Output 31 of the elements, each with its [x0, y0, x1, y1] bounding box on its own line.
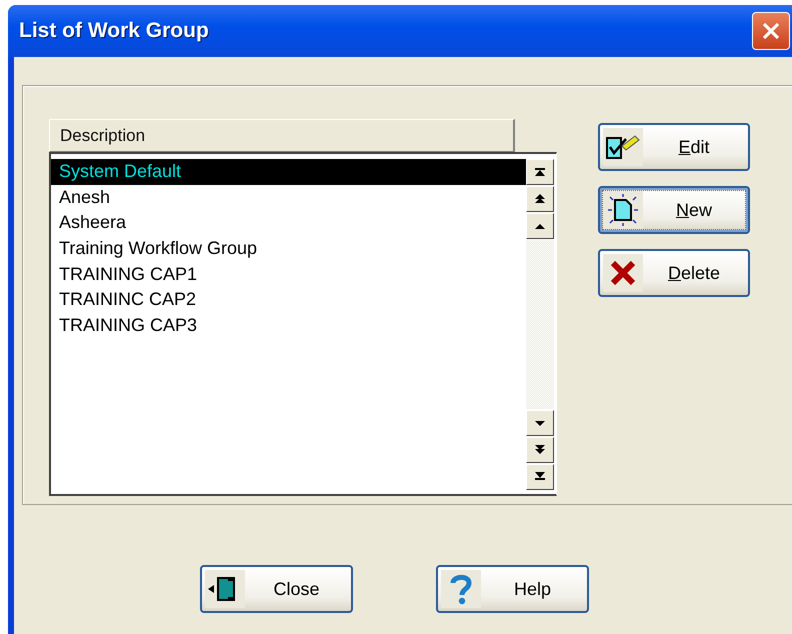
list-item[interactable]: TRAININC CAP2: [51, 287, 526, 314]
scroll-up-button[interactable]: [526, 213, 554, 239]
page-up-button[interactable]: [526, 186, 554, 212]
scroll-top-button[interactable]: [526, 159, 554, 185]
question-mark-icon: [448, 573, 474, 605]
list-item[interactable]: Asheera: [51, 210, 526, 236]
close-button[interactable]: Close: [200, 565, 353, 613]
list-item[interactable]: Training Workflow Group: [51, 236, 526, 262]
scroll-top-icon: [534, 167, 546, 177]
cross-icon: [608, 258, 638, 288]
help-button[interactable]: Help: [436, 565, 589, 613]
double-down-arrow-icon: [534, 445, 546, 455]
list-item[interactable]: TRAINING CAP1: [51, 262, 526, 288]
double-up-arrow-icon: [534, 194, 546, 204]
close-icon: [760, 20, 782, 42]
delete-button[interactable]: Delete: [598, 249, 750, 297]
window-title: List of Work Group: [19, 19, 209, 43]
close-window-button[interactable]: [752, 12, 790, 50]
up-arrow-icon: [534, 221, 546, 231]
scroll-bottom-icon: [534, 472, 546, 482]
column-header[interactable]: Description: [49, 119, 515, 152]
down-arrow-icon: [534, 418, 546, 428]
list-item[interactable]: System Default: [51, 159, 526, 185]
scroll-down-button[interactable]: [526, 410, 554, 436]
edit-button[interactable]: Edit: [598, 123, 750, 171]
new-button[interactable]: New: [598, 186, 750, 234]
scroll-bottom-button[interactable]: [526, 464, 554, 490]
list-item[interactable]: Anesh: [51, 184, 526, 210]
page-down-button[interactable]: [526, 437, 554, 463]
page-icon: [606, 194, 640, 226]
list-item[interactable]: TRAINING CAP3: [51, 313, 526, 339]
